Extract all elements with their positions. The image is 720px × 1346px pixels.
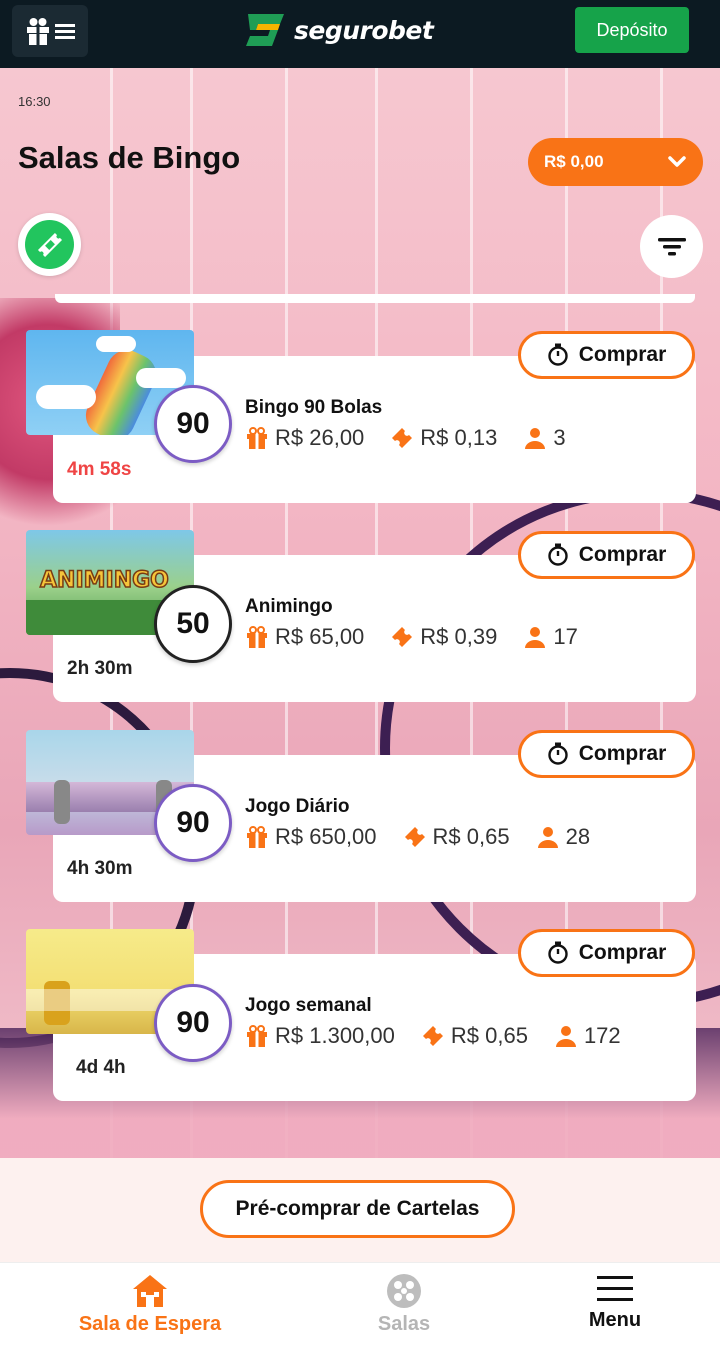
room-timer: 4h 30m xyxy=(67,858,133,879)
gift-icon xyxy=(247,626,267,648)
bottom-nav: Sala de Espera Salas Menu xyxy=(0,1262,720,1346)
hamburger-icon xyxy=(55,24,75,39)
ball-count-badge: 90 xyxy=(154,784,232,862)
room-name: Animingo xyxy=(245,596,333,617)
user-icon xyxy=(555,1026,576,1047)
filter-button[interactable] xyxy=(640,215,703,278)
user-icon xyxy=(525,627,546,648)
user-icon xyxy=(537,827,558,848)
buy-label: Comprar xyxy=(578,941,667,964)
nav-label: Sala de Espera xyxy=(78,1313,222,1335)
nav-menu[interactable]: Menu xyxy=(495,1263,720,1346)
animingo-logo-text: ANIMINGO xyxy=(39,567,169,594)
buy-button[interactable]: Comprar xyxy=(518,929,695,977)
buy-label: Comprar xyxy=(578,343,667,366)
players-count: 17 xyxy=(553,624,578,649)
card-price-value: R$ 0,65 xyxy=(432,824,510,849)
precompra-button[interactable]: Pré-comprar de Cartelas xyxy=(200,1180,515,1238)
stopwatch-icon xyxy=(548,941,568,964)
nav-salas[interactable]: Salas xyxy=(284,1263,524,1346)
ticket-icon xyxy=(404,827,425,847)
page-title: Salas de Bingo xyxy=(18,140,241,175)
room-name: Jogo Diário xyxy=(245,796,350,817)
room-timer: 2h 30m xyxy=(67,658,133,679)
room-timer: 4d 4h xyxy=(76,1057,126,1078)
ball-count-badge: 50 xyxy=(154,585,232,663)
ticket-icon xyxy=(37,232,62,257)
deposit-button[interactable]: Depósito xyxy=(575,7,689,53)
nav-sala-de-espera[interactable]: Sala de Espera xyxy=(30,1263,270,1346)
segurobet-logo[interactable]: segurobet xyxy=(244,8,434,52)
players-count: 28 xyxy=(565,824,591,849)
balance-value: R$ 0,00 xyxy=(544,152,604,171)
tickets-button[interactable] xyxy=(18,213,81,276)
bingo-balls-icon xyxy=(387,1274,421,1308)
user-icon xyxy=(525,428,546,449)
prize-value: R$ 26,00 xyxy=(275,425,365,450)
chevron-down-icon xyxy=(668,156,686,167)
nav-label: Menu xyxy=(588,1309,642,1331)
gift-icon xyxy=(247,1025,267,1047)
logo-emblem-icon xyxy=(246,14,284,46)
room-stats: R$ 1.300,00 R$ 0,65 172 xyxy=(245,1022,621,1050)
status-time: 16:30 xyxy=(18,94,51,109)
stopwatch-icon xyxy=(548,742,568,765)
ball-count-badge: 90 xyxy=(154,385,232,463)
room-name: Bingo 90 Bolas xyxy=(245,397,383,418)
balance-dropdown[interactable]: R$ 0,00 xyxy=(528,138,703,186)
ball-count-badge: 90 xyxy=(154,984,232,1062)
card-price-value: R$ 0,39 xyxy=(420,624,498,649)
room-stats: R$ 26,00 R$ 0,13 3 xyxy=(245,424,566,452)
gift-icon xyxy=(247,826,267,848)
list-top-divider xyxy=(55,294,695,303)
card-price-value: R$ 0,13 xyxy=(420,425,498,450)
hamburger-icon xyxy=(597,1276,633,1301)
prize-value: R$ 65,00 xyxy=(275,624,365,649)
stopwatch-icon xyxy=(548,543,568,566)
buy-button[interactable]: Comprar xyxy=(518,531,695,579)
stopwatch-icon xyxy=(548,343,568,366)
top-header: segurobet Depósito xyxy=(0,0,720,68)
ticket-icon xyxy=(392,428,413,448)
ticket-icon xyxy=(422,1026,443,1046)
buy-button[interactable]: Comprar xyxy=(518,331,695,379)
room-timer: 4m 58s xyxy=(67,459,132,480)
room-stats: R$ 65,00 R$ 0,39 17 xyxy=(245,623,578,651)
logo-text: segurobet xyxy=(294,15,434,45)
prize-value: R$ 1.300,00 xyxy=(275,1023,395,1048)
filter-icon xyxy=(657,237,686,255)
gift-menu-button[interactable] xyxy=(12,5,88,57)
nav-label: Salas xyxy=(377,1313,431,1335)
buy-label: Comprar xyxy=(578,543,667,566)
room-stats: R$ 650,00 R$ 0,65 28 xyxy=(245,823,590,851)
ticket-icon xyxy=(392,627,413,647)
buy-label: Comprar xyxy=(578,742,667,765)
room-name: Jogo semanal xyxy=(245,995,372,1016)
players-count: 172 xyxy=(583,1023,621,1048)
gift-icon xyxy=(27,18,49,45)
buy-button[interactable]: Comprar xyxy=(518,730,695,778)
house-icon xyxy=(133,1275,167,1307)
gift-icon xyxy=(247,427,267,449)
prize-value: R$ 650,00 xyxy=(275,824,377,849)
card-price-value: R$ 0,65 xyxy=(450,1023,528,1048)
players-count: 3 xyxy=(553,425,566,450)
